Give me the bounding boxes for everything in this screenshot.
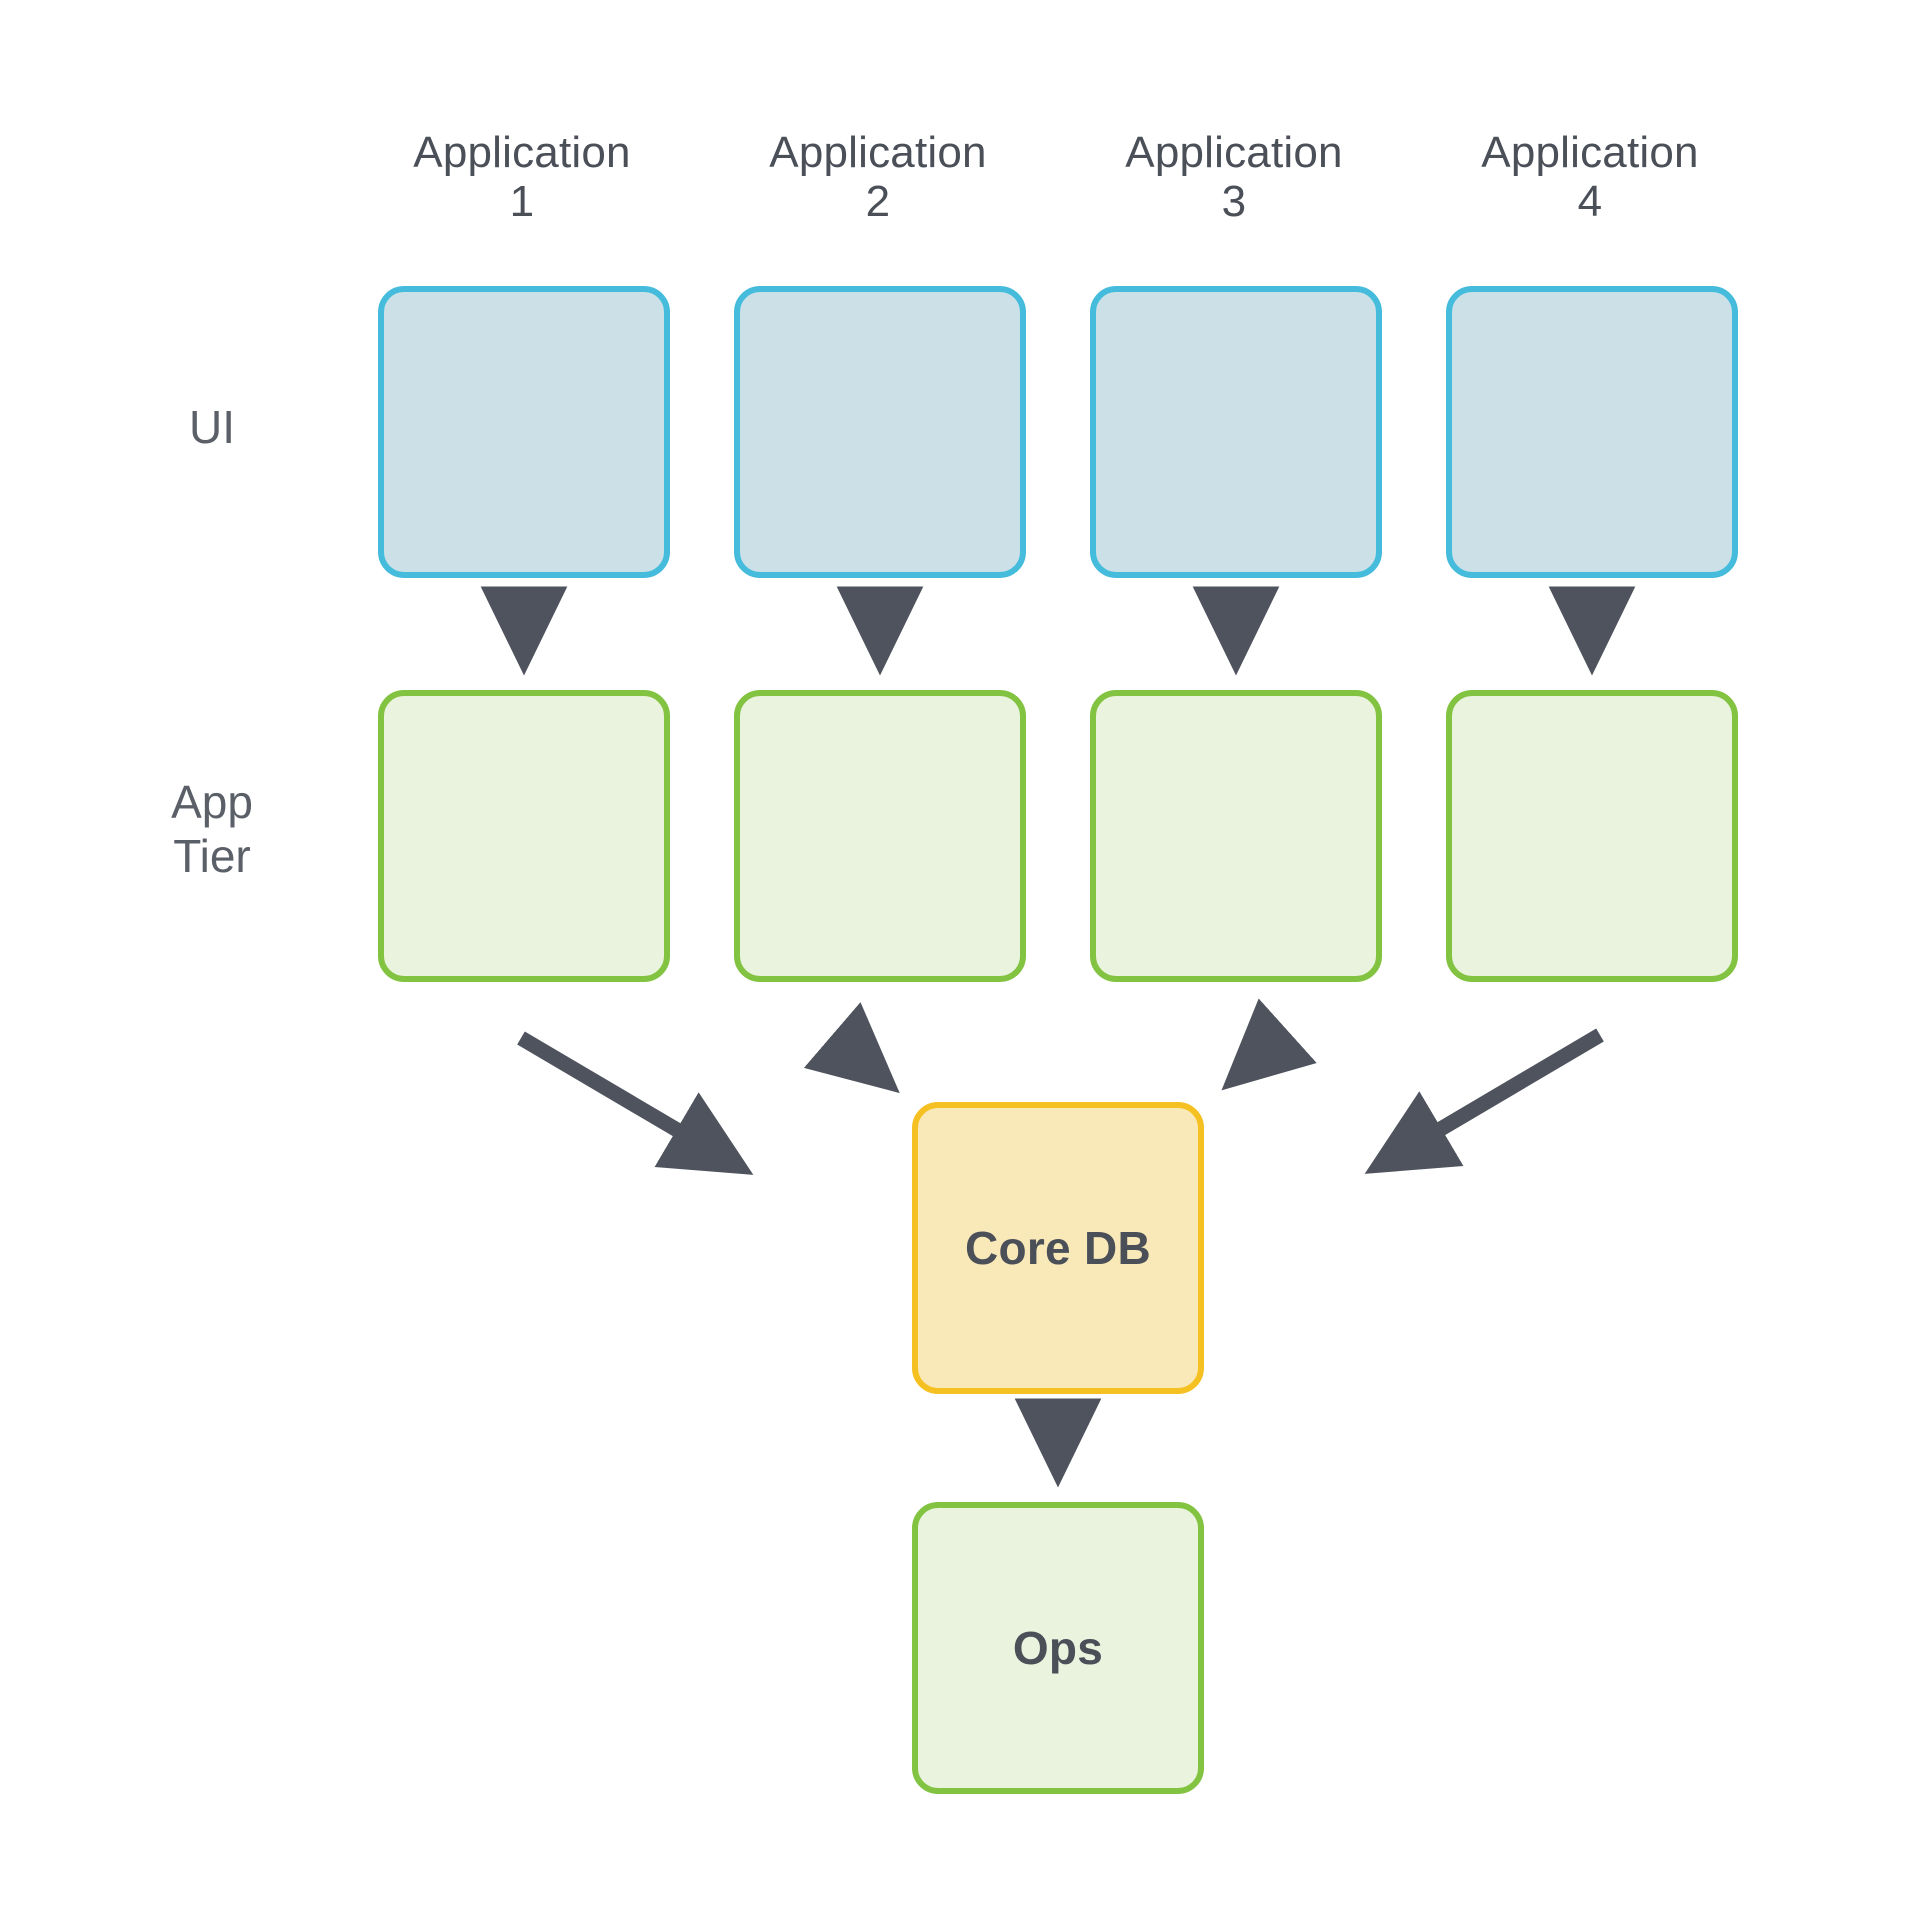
column-header-line1: Application <box>413 128 631 177</box>
column-header-application-4: Application 4 <box>1440 128 1740 227</box>
node-ui-application-2[interactable] <box>734 286 1026 578</box>
arrow-app1-to-core-db <box>517 1031 754 1175</box>
arrow-app3-to-core-db <box>1221 998 1317 1091</box>
row-label-app-tier: App Tier <box>92 775 332 884</box>
node-label-core-db: Core DB <box>964 1222 1152 1274</box>
architecture-diagram: Application 1 Application 2 Application … <box>0 0 1920 1920</box>
node-app-tier-application-1[interactable] <box>378 690 670 982</box>
column-header-line2: 3 <box>1221 177 1247 227</box>
node-app-tier-application-4[interactable] <box>1446 690 1738 982</box>
node-label-ops: Ops <box>1012 1622 1104 1674</box>
column-header-line2: 1 <box>509 177 535 227</box>
column-header-line2: 2 <box>865 177 891 227</box>
node-ui-application-1[interactable] <box>378 286 670 578</box>
node-app-tier-application-2[interactable] <box>734 690 1026 982</box>
column-header-application-3: Application 3 <box>1084 128 1384 227</box>
column-header-application-1: Application 1 <box>372 128 672 227</box>
column-header-line1: Application <box>769 128 987 177</box>
row-label-line2: Tier <box>173 830 251 883</box>
row-label-line1: App <box>171 776 253 828</box>
row-label-ui: UI <box>92 400 332 454</box>
arrow-app2-to-core-db <box>803 1002 900 1094</box>
column-header-line1: Application <box>1125 128 1343 177</box>
node-app-tier-application-3[interactable] <box>1090 690 1382 982</box>
arrow-app4-to-core-db <box>1364 1028 1604 1174</box>
node-core-db[interactable]: Core DB <box>912 1102 1204 1394</box>
column-header-application-2: Application 2 <box>728 128 1028 227</box>
row-label-line1: UI <box>189 401 235 453</box>
column-header-line1: Application <box>1481 128 1699 177</box>
node-ui-application-4[interactable] <box>1446 286 1738 578</box>
node-ops[interactable]: Ops <box>912 1502 1204 1794</box>
column-header-line2: 4 <box>1577 177 1603 227</box>
node-ui-application-3[interactable] <box>1090 286 1382 578</box>
